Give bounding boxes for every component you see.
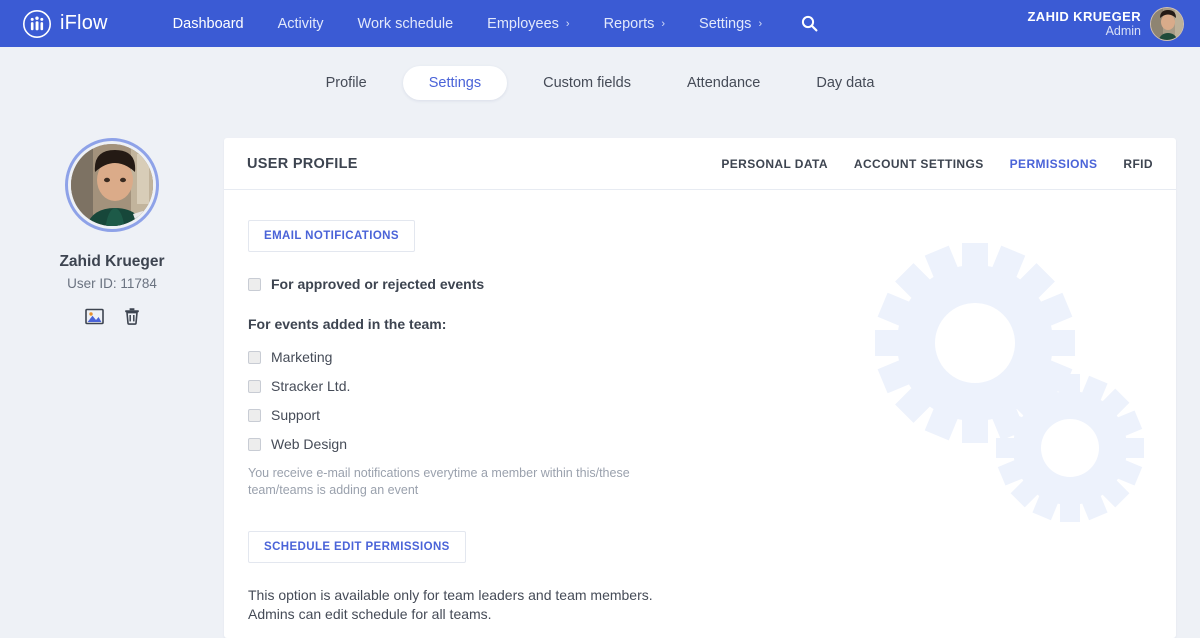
nav-label: Activity: [277, 15, 324, 32]
sidebar-photo-actions: [84, 307, 140, 325]
section-tab-label: SCHEDULE EDIT PERMISSIONS: [264, 541, 450, 553]
tab-label: Settings: [428, 75, 482, 91]
iflow-people-circle-icon: [22, 9, 52, 39]
tab-label: Custom fields: [543, 75, 631, 91]
card-body: EMAIL NOTIFICATIONS For approved or reje…: [224, 190, 1176, 637]
subnav-account-settings[interactable]: ACCOUNT SETTINGS: [854, 157, 984, 171]
nav-label: Reports: [603, 15, 655, 32]
checkbox-label: Stracker Ltd.: [271, 378, 351, 394]
chevron-right-icon: ›: [565, 17, 570, 30]
checkbox-web-design[interactable]: [248, 437, 261, 451]
schedule-edit-description: This option is available only for team l…: [248, 586, 1176, 624]
nav-item-dashboard[interactable]: Dashboard: [156, 16, 261, 32]
checkbox-approved-rejected[interactable]: [248, 277, 261, 291]
tab-label: Day data: [816, 75, 875, 91]
checkbox-stracker-ltd[interactable]: [248, 379, 261, 393]
schedule-edit-line2: Admins can edit schedule for all teams.: [248, 606, 492, 622]
profile-photo: [71, 144, 153, 226]
subnav-personal-data[interactable]: PERSONAL DATA: [721, 157, 828, 171]
profile-tabbar: Profile Settings Custom fields Attendanc…: [0, 47, 1200, 119]
nav-label: Settings: [699, 15, 752, 32]
chevron-right-icon: ›: [758, 17, 763, 30]
card-subnav: PERSONAL DATA ACCOUNT SETTINGS PERMISSIO…: [695, 157, 1153, 171]
checkbox-label: Support: [271, 407, 321, 423]
sidebar-user-name: Zahid Krueger: [59, 253, 165, 270]
checkbox-marketing[interactable]: [248, 350, 261, 364]
user-menu-text: ZAHID KRUEGER Admin: [1027, 9, 1141, 39]
checkbox-row-marketing[interactable]: Marketing: [248, 349, 1176, 365]
checkbox-row-approved-rejected[interactable]: For approved or rejected events: [248, 276, 1176, 292]
delete-photo-button[interactable]: [124, 307, 140, 325]
brand-name: iFlow: [60, 12, 108, 34]
nav-item-employees[interactable]: Employees ›: [470, 16, 586, 32]
search-button[interactable]: [801, 15, 818, 32]
user-profile-card: USER PROFILE PERSONAL DATA ACCOUNT SETTI…: [224, 138, 1176, 638]
checkbox-label: For approved or rejected events: [271, 276, 485, 292]
nav-item-work-schedule[interactable]: Work schedule: [341, 16, 471, 32]
subnav-label: PERMISSIONS: [1009, 156, 1098, 171]
top-navbar: iFlow Dashboard Activity Work schedule E…: [0, 0, 1200, 47]
image-upload-icon: [84, 308, 104, 324]
section-tab-email-notifications[interactable]: EMAIL NOTIFICATIONS: [248, 220, 415, 252]
nav-item-activity[interactable]: Activity: [261, 16, 341, 32]
card-header: USER PROFILE PERSONAL DATA ACCOUNT SETTI…: [224, 138, 1176, 190]
section-tab-schedule-edit-permissions[interactable]: SCHEDULE EDIT PERMISSIONS: [248, 531, 466, 563]
checkbox-label: Marketing: [271, 349, 333, 365]
checkbox-row-stracker-ltd[interactable]: Stracker Ltd.: [248, 378, 1176, 394]
nav-label: Work schedule: [357, 15, 454, 32]
tab-settings[interactable]: Settings: [402, 66, 508, 100]
user-menu-role: Admin: [1105, 23, 1141, 38]
nav-label: Employees: [487, 15, 559, 32]
trash-icon: [124, 308, 139, 325]
checkbox-row-support[interactable]: Support: [248, 407, 1176, 423]
profile-avatar[interactable]: [65, 138, 159, 232]
avatar: [1150, 6, 1184, 41]
nav-item-settings[interactable]: Settings ›: [682, 16, 779, 32]
user-menu-name: ZAHID KRUEGER: [1027, 8, 1141, 24]
primary-nav: Dashboard Activity Work schedule Employe…: [156, 15, 818, 32]
brand-logo-link[interactable]: iFlow: [22, 9, 108, 39]
schedule-edit-line1: This option is available only for team l…: [248, 587, 653, 603]
tab-custom-fields[interactable]: Custom fields: [523, 66, 651, 100]
subnav-label: PERSONAL DATA: [721, 156, 828, 171]
email-notifications-hint: You receive e-mail notifications everyti…: [248, 466, 630, 497]
checkbox-support[interactable]: [248, 408, 261, 422]
team-events-title: For events added in the team:: [248, 316, 447, 332]
tab-label: Profile: [325, 75, 367, 91]
search-icon: [802, 15, 818, 32]
profile-sidebar: Zahid Krueger User ID: 11784: [0, 119, 224, 325]
nav-item-reports[interactable]: Reports ›: [587, 16, 682, 32]
tab-attendance[interactable]: Attendance: [667, 66, 780, 100]
chevron-right-icon: ›: [661, 17, 666, 30]
subnav-label: RFID: [1123, 156, 1153, 171]
nav-label: Dashboard: [172, 15, 244, 32]
checkbox-row-web-design[interactable]: Web Design: [248, 436, 1176, 452]
sidebar-user-id: User ID: 11784: [67, 276, 157, 291]
tab-profile[interactable]: Profile: [306, 66, 387, 100]
tab-label: Attendance: [686, 75, 761, 91]
subnav-label: ACCOUNT SETTINGS: [853, 156, 984, 171]
page-title: USER PROFILE: [247, 155, 358, 172]
subnav-rfid[interactable]: RFID: [1123, 157, 1153, 171]
subnav-permissions[interactable]: PERMISSIONS: [1010, 157, 1098, 171]
user-menu[interactable]: ZAHID KRUEGER Admin: [1027, 0, 1184, 47]
section-tab-label: EMAIL NOTIFICATIONS: [264, 230, 399, 242]
tab-day-data[interactable]: Day data: [796, 66, 894, 100]
checkbox-label: Web Design: [271, 436, 348, 452]
change-photo-button[interactable]: [84, 308, 104, 325]
